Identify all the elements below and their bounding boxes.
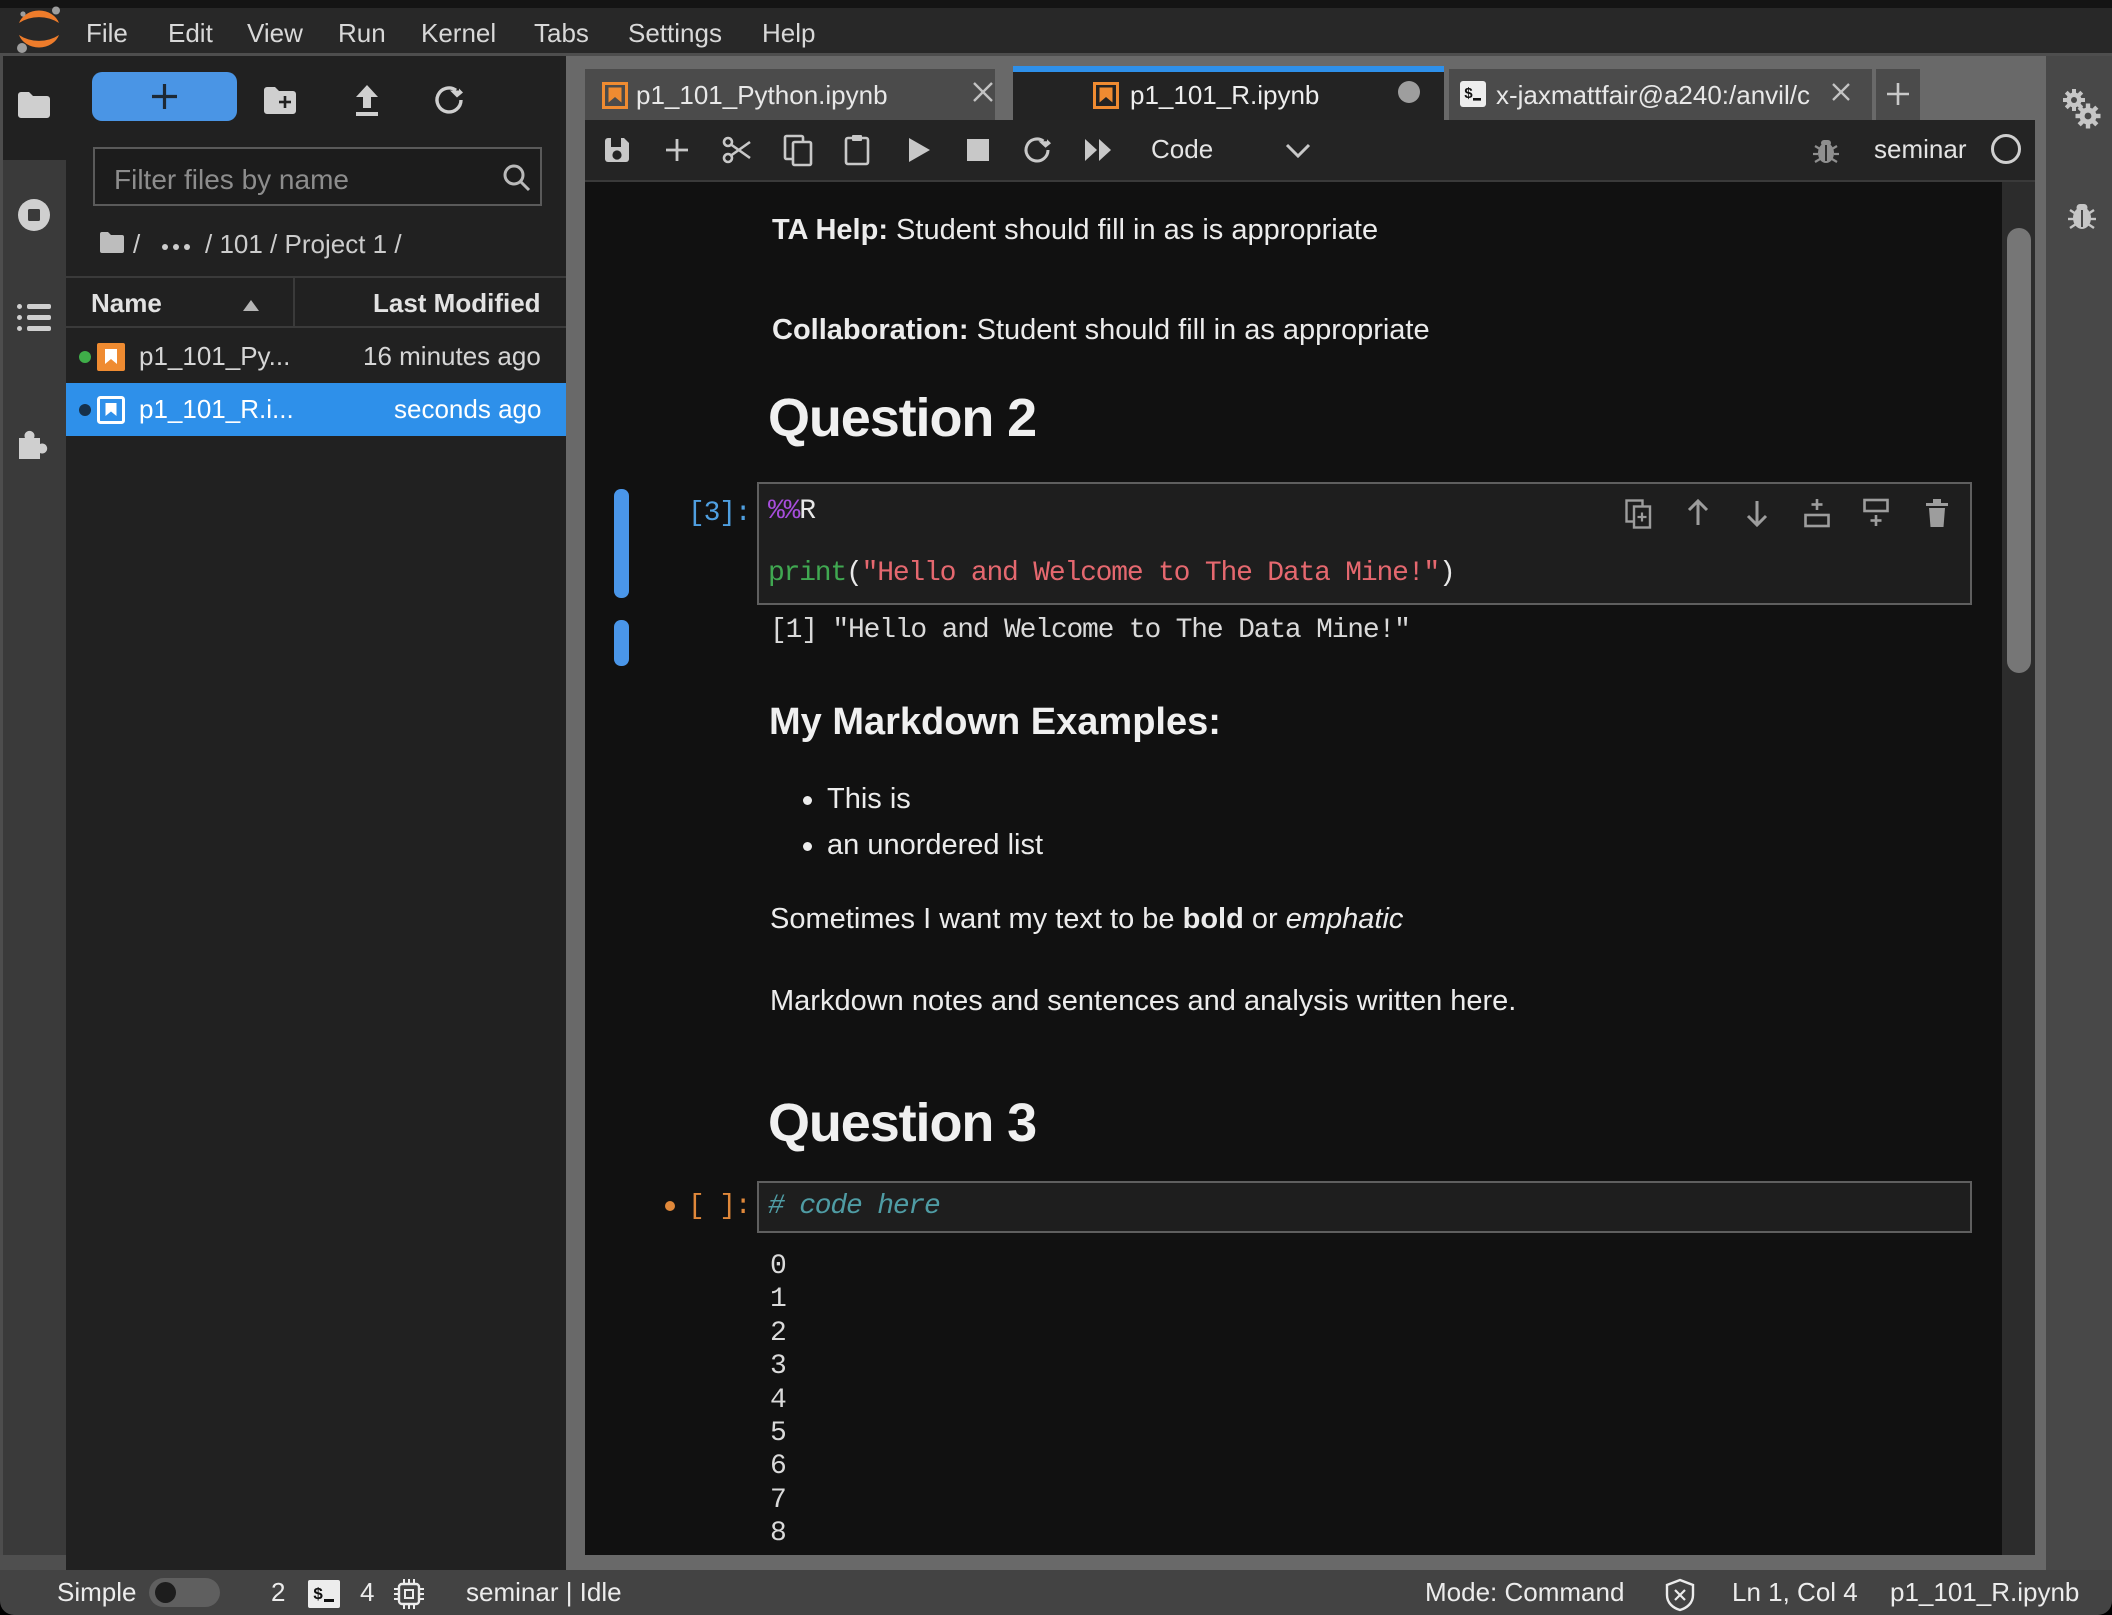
svg-text:$: $ xyxy=(1464,86,1473,103)
svg-text:$: $ xyxy=(313,1586,323,1605)
